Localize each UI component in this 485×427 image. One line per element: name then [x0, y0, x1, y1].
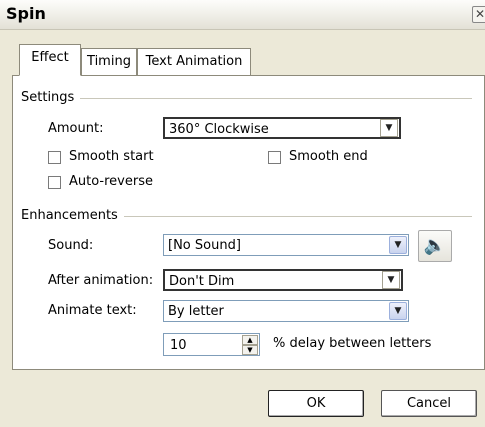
ok-button[interactable]: OK	[268, 390, 364, 417]
smooth-end-label: Smooth end	[289, 149, 368, 164]
settings-rule	[22, 98, 472, 99]
chevron-down-icon[interactable]: ▼	[389, 302, 407, 320]
sound-dropdown[interactable]: [No Sound] ▼	[163, 234, 409, 256]
delay-value: 10	[170, 338, 187, 353]
chevron-down-icon[interactable]: ▼	[389, 236, 407, 254]
auto-reverse-label: Auto-reverse	[69, 174, 153, 189]
chevron-down-icon[interactable]: ▼	[382, 271, 400, 289]
smooth-start-checkbox[interactable]	[48, 151, 61, 164]
tab-text-animation[interactable]: Text Animation	[137, 48, 251, 75]
sound-label: Sound:	[48, 238, 94, 253]
amount-dropdown[interactable]: 360° Clockwise ▼	[163, 117, 401, 139]
chevron-down-icon[interactable]: ▼	[380, 119, 398, 137]
after-animation-dropdown[interactable]: Don't Dim ▼	[163, 269, 403, 291]
spin-up-icon[interactable]: ▲	[242, 335, 258, 345]
smooth-start-label: Smooth start	[69, 149, 154, 164]
close-icon[interactable]: ✕	[472, 6, 485, 23]
after-animation-label: After animation:	[48, 273, 154, 288]
after-animation-value: Don't Dim	[169, 274, 235, 289]
tab-timing[interactable]: Timing	[81, 48, 137, 75]
animate-text-label: Animate text:	[48, 303, 137, 318]
delay-spinner[interactable]: 10 ▲ ▼	[163, 333, 260, 356]
settings-group-label: Settings	[21, 90, 81, 106]
spin-down-icon[interactable]: ▼	[242, 345, 258, 355]
animate-text-value: By letter	[168, 304, 224, 319]
amount-label: Amount:	[48, 121, 104, 136]
title-bar: Spin ✕	[0, 0, 485, 30]
cancel-button[interactable]: Cancel	[381, 390, 477, 417]
smooth-end-checkbox[interactable]	[268, 151, 281, 164]
tab-effect[interactable]: Effect	[19, 44, 81, 76]
window-title: Spin	[6, 4, 46, 23]
animate-text-dropdown[interactable]: By letter ▼	[163, 300, 409, 322]
amount-value: 360° Clockwise	[169, 122, 269, 137]
auto-reverse-checkbox[interactable]	[48, 176, 61, 189]
speaker-icon[interactable]: 🔈	[418, 230, 452, 262]
enhancements-group-label: Enhancements	[21, 208, 124, 224]
sound-value: [No Sound]	[168, 238, 241, 253]
delay-suffix-label: % delay between letters	[273, 336, 432, 351]
